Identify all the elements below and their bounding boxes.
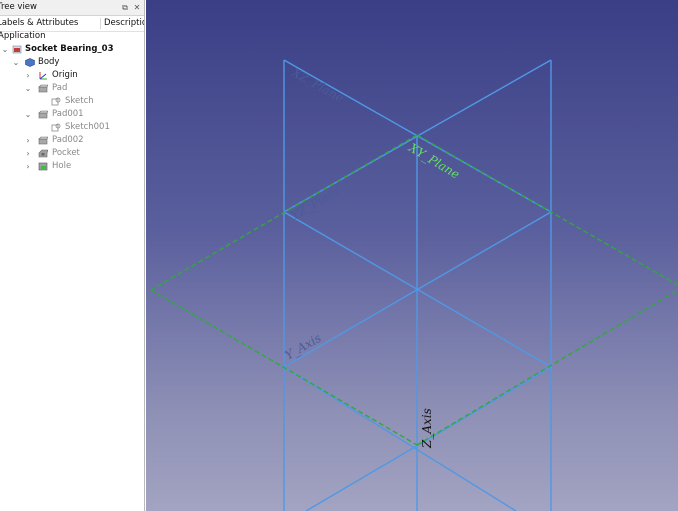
origin-axes-icon — [39, 72, 47, 80]
pocket-icon — [38, 149, 48, 158]
tree-item-pad002[interactable]: › Pad002 — [0, 134, 144, 147]
xz-plane-edge-lower — [283, 366, 517, 511]
chevron-down-icon[interactable]: ⌄ — [12, 56, 20, 69]
chevron-down-icon[interactable]: ⌄ — [24, 82, 32, 95]
tree-item-label: Sketch — [65, 96, 94, 106]
column-labels-attributes[interactable]: Labels & Attributes — [0, 16, 78, 31]
datum-planes-drawing: XZ_Plane XY_Plane YZ_Plane Y_Axis Z_Axis — [150, 59, 678, 511]
tree-item-body[interactable]: ⌄ Body — [0, 56, 144, 69]
chevron-right-icon[interactable]: › — [24, 134, 32, 147]
3d-viewport[interactable]: XZ_Plane XY_Plane YZ_Plane Y_Axis Z_Axis — [146, 0, 678, 511]
y-axis-label: Y_Axis — [283, 331, 324, 363]
tree-view-titlebar: Tree view ⧉ ✕ — [0, 0, 144, 16]
tree-item-label: Pad001 — [52, 109, 84, 119]
tree-item-label: Socket Bearing_03 — [25, 44, 114, 54]
sketch-icon — [51, 97, 61, 106]
pad-icon — [38, 110, 48, 119]
yz-plane-label: YZ_Plane — [289, 182, 345, 222]
pad-icon — [38, 84, 48, 93]
tree-item-label: Pad — [52, 83, 68, 93]
close-icon[interactable]: ✕ — [132, 0, 142, 15]
tree-item-origin[interactable]: › Origin — [0, 69, 144, 82]
tree-view-panel: Tree view ⧉ ✕ Labels & Attributes Descri… — [0, 0, 145, 511]
tree-view-title: Tree view — [0, 2, 37, 12]
tree-item-label: Body — [38, 57, 60, 67]
tree-item-label: Pocket — [52, 148, 80, 158]
document-icon — [12, 45, 22, 54]
chevron-right-icon[interactable]: › — [24, 147, 32, 160]
tree-item-label: Sketch001 — [65, 122, 110, 132]
chevron-down-icon[interactable]: ⌄ — [24, 108, 32, 121]
chevron-right-icon[interactable]: › — [24, 160, 32, 173]
tree-item-label: Origin — [52, 70, 78, 80]
hole-icon — [38, 162, 48, 171]
column-separator[interactable] — [100, 18, 101, 29]
z-axis-label: Z_Axis — [420, 408, 434, 449]
tree-item-pad[interactable]: ⌄ Pad — [0, 82, 144, 95]
pad-icon — [38, 136, 48, 145]
chevron-right-icon[interactable]: › — [24, 69, 32, 82]
tree-item-label: Application — [0, 31, 46, 41]
tree-item-sketch[interactable]: Sketch — [0, 95, 144, 108]
tree-item-label: Hole — [52, 161, 72, 171]
xz-plane-label: XZ_Plane — [289, 65, 346, 105]
column-description[interactable]: Description — [104, 16, 144, 31]
tree-item-pad001[interactable]: ⌄ Pad001 — [0, 108, 144, 121]
body-icon — [25, 58, 35, 67]
chevron-down-icon[interactable]: ⌄ — [1, 43, 9, 56]
sketch-icon — [51, 123, 61, 132]
tree-item-sketch001[interactable]: Sketch001 — [0, 121, 144, 134]
float-icon[interactable]: ⧉ — [120, 0, 130, 15]
tree-item-pocket[interactable]: › Pocket — [0, 147, 144, 160]
xy-plane-edge-bottom-right — [416, 289, 678, 446]
tree-item-document[interactable]: ⌄ Socket Bearing_03 — [0, 43, 144, 56]
xy-plane-label: XY_Plane — [406, 140, 462, 182]
tree-item-hole[interactable]: › Hole — [0, 160, 144, 173]
tree-item-label: Pad002 — [52, 135, 84, 145]
